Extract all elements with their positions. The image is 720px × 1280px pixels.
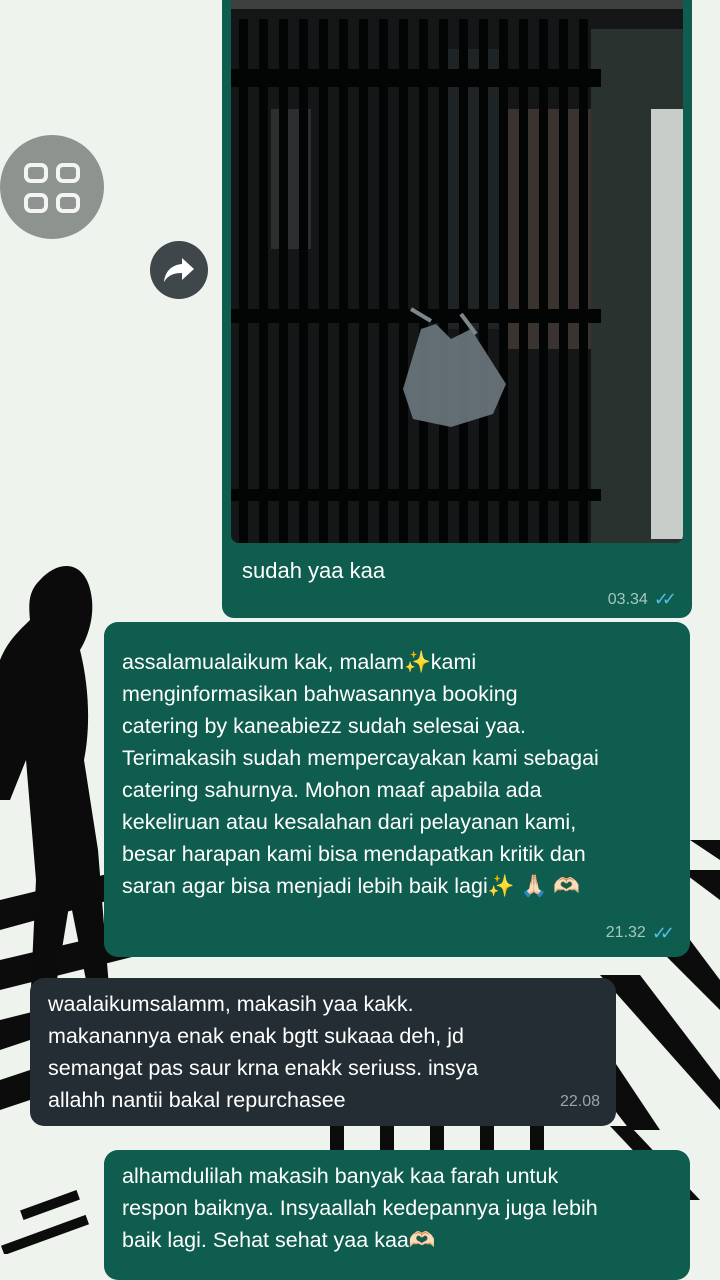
- incoming-message-bubble[interactable]: waalaikumsalamm, makasih yaa kakk. makan…: [30, 978, 616, 1126]
- message-meta: 03.34 ✓✓: [607, 589, 677, 610]
- forward-arrow-icon: [164, 258, 194, 282]
- double-check-icon: ✓✓: [651, 923, 675, 943]
- gallery-grid-button[interactable]: [0, 135, 104, 239]
- message-photo[interactable]: [231, 0, 683, 543]
- message-meta: 21.32 ✓✓: [605, 917, 675, 949]
- photo-gate-with-bag: [231, 0, 683, 543]
- grid-icon: [24, 163, 48, 183]
- message-time: 03.34: [607, 590, 648, 608]
- outgoing-message-bubble[interactable]: assalamualaikum kak, malam✨kami menginfo…: [104, 622, 690, 957]
- message-line: respon baiknya. Insyaallah kedepannya ju…: [122, 1196, 598, 1220]
- image-message-bubble[interactable]: sudah yaa kaa 03.34 ✓✓: [222, 0, 692, 618]
- message-time: 22.08: [559, 1093, 600, 1110]
- forward-button[interactable]: [150, 241, 208, 299]
- message-line: catering by kaneabiezz sudah selesai yaa…: [122, 714, 526, 738]
- grid-icon: [56, 193, 80, 213]
- message-line: semangat pas saur krna enakk seriuss. in…: [48, 1056, 479, 1080]
- message-time: 21.32: [605, 924, 646, 941]
- outgoing-message-bubble[interactable]: alhamdulilah makasih banyak kaa farah un…: [104, 1150, 690, 1280]
- message-line: kekeliruan atau kesalahan dari pelayanan…: [122, 810, 577, 834]
- message-line: makanannya enak enak bgtt sukaaa deh, jd: [48, 1024, 464, 1048]
- message-meta: 22.08: [560, 1086, 600, 1118]
- message-line: menginformasikan bahwasannya booking: [122, 682, 518, 706]
- message-line: allahh nantii bakal repurchasee: [48, 1088, 346, 1112]
- message-line: waalaikumsalamm, makasih yaa kakk.: [48, 992, 414, 1016]
- grid-icon: [56, 163, 80, 183]
- message-line: baik lagi. Sehat sehat yaa kaa🫶🏻: [122, 1228, 436, 1252]
- double-check-icon: ✓✓: [653, 589, 677, 609]
- grid-icon: [24, 193, 48, 213]
- message-line: alhamdulilah makasih banyak kaa farah un…: [122, 1164, 559, 1188]
- message-line: besar harapan kami bisa mendapatkan krit…: [122, 842, 586, 866]
- message-line: Terimakasih sudah mempercayakan kami seb…: [122, 746, 599, 770]
- message-line: catering sahurnya. Mohon maaf apabila ad…: [122, 778, 542, 802]
- wallpaper-silhouette: [0, 566, 110, 1010]
- image-caption: sudah yaa kaa: [242, 558, 386, 583]
- message-line: saran agar bisa menjadi lebih baik lagi✨…: [122, 874, 580, 898]
- message-line: assalamualaikum kak, malam✨kami: [122, 650, 477, 674]
